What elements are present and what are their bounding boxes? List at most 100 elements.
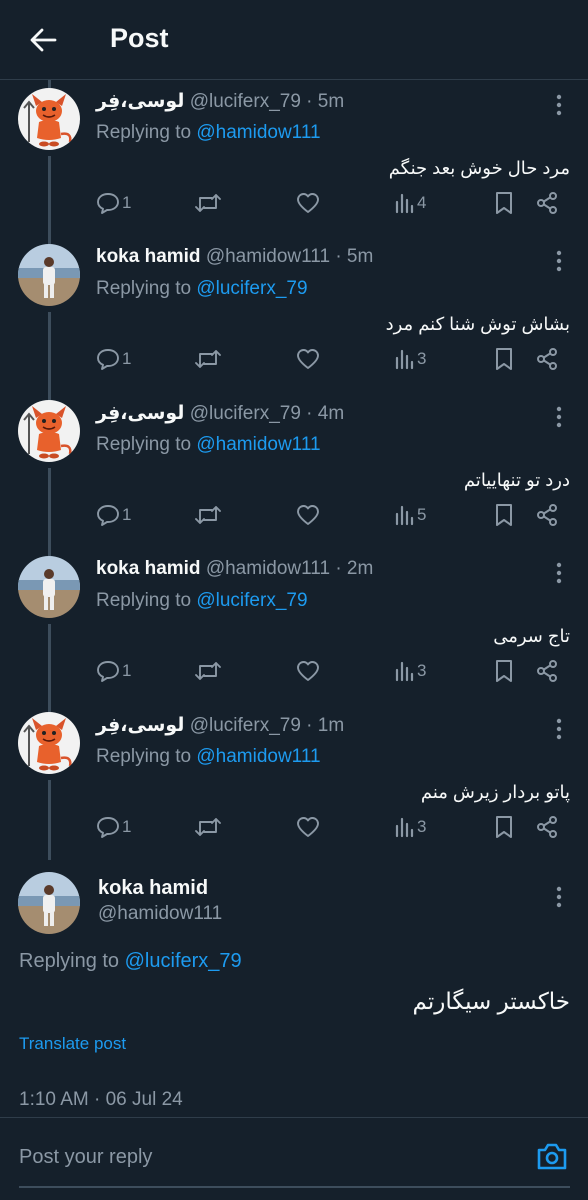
- avatar[interactable]: [18, 244, 80, 306]
- view-count: 4: [417, 193, 427, 212]
- post-timestamp[interactable]: 1:10 AM · 06 Jul 24: [19, 1089, 183, 1111]
- replying-to-link[interactable]: @luciferx_79: [125, 950, 242, 972]
- more-vertical-icon: [556, 562, 562, 584]
- replying-to-link[interactable]: @hamidow111: [196, 434, 320, 455]
- avatar[interactable]: [18, 712, 80, 774]
- repost-button[interactable]: [194, 346, 222, 372]
- avatar[interactable]: [18, 872, 80, 934]
- like-button[interactable]: [296, 346, 320, 372]
- share-button[interactable]: [536, 658, 558, 684]
- avatar[interactable]: [18, 88, 80, 150]
- views-button[interactable]: 3: [394, 346, 426, 372]
- like-button[interactable]: [296, 190, 320, 216]
- reply-post[interactable]: لوسی،فِر @luciferx_79 · 5m Replying to @…: [0, 88, 588, 244]
- views-button[interactable]: 4: [394, 190, 426, 216]
- repost-button[interactable]: [194, 814, 222, 840]
- replying-prefix: Replying to: [96, 434, 197, 455]
- replying-prefix: Replying to: [96, 746, 197, 767]
- like-button[interactable]: [296, 658, 320, 684]
- bookmark-button[interactable]: [494, 814, 514, 840]
- like-button[interactable]: [296, 502, 320, 528]
- author-handle[interactable]: @hamidow111: [206, 558, 330, 579]
- reply-post[interactable]: koka hamid @hamidow111 · 5m Replying to …: [0, 244, 588, 400]
- author-handle[interactable]: @luciferx_79: [190, 403, 301, 424]
- author-handle[interactable]: @hamidow111: [206, 246, 330, 267]
- reply-input[interactable]: [19, 1146, 499, 1169]
- author-handle[interactable]: @luciferx_79: [190, 715, 301, 736]
- replying-to-link[interactable]: @luciferx_79: [196, 278, 307, 299]
- replying-prefix: Replying to: [96, 278, 197, 299]
- bookmark-button[interactable]: [494, 346, 514, 372]
- views-chart-icon: [395, 817, 414, 838]
- share-button[interactable]: [536, 346, 558, 372]
- author-name[interactable]: لوسی،فِر: [96, 403, 184, 424]
- views-chart-icon: [395, 349, 414, 370]
- author-name[interactable]: koka hamid: [96, 558, 201, 579]
- share-button[interactable]: [536, 502, 558, 528]
- like-button[interactable]: [296, 814, 320, 840]
- replying-to-link[interactable]: @hamidow111: [196, 122, 320, 143]
- reply-count: 1: [122, 349, 132, 368]
- bookmark-button[interactable]: [494, 190, 514, 216]
- reply-post[interactable]: لوسی،فِر @luciferx_79 · 1m Replying to @…: [0, 712, 588, 868]
- author-handle[interactable]: @luciferx_79: [190, 91, 301, 112]
- views-button[interactable]: 3: [394, 658, 426, 684]
- views-button[interactable]: 3: [394, 814, 426, 840]
- view-count: 3: [417, 661, 427, 680]
- post-header: koka hamid @hamidow111 · 5m: [96, 246, 373, 268]
- avatar[interactable]: [18, 556, 80, 618]
- translate-post-link[interactable]: Translate post: [19, 1034, 126, 1054]
- replying-to-link[interactable]: @luciferx_79: [196, 590, 307, 611]
- post-time: · 5m: [335, 246, 374, 267]
- replying-to: Replying to @luciferx_79: [19, 950, 242, 973]
- replying-to-link[interactable]: @hamidow111: [196, 746, 320, 767]
- post-text: پاتو بردار زیرش منم: [420, 782, 570, 802]
- repost-button[interactable]: [194, 190, 222, 216]
- views-chart-icon: [395, 193, 414, 214]
- avatar-beach-photo: [18, 244, 80, 306]
- author-name[interactable]: لوسی،فِر: [96, 91, 184, 112]
- replying-to: Replying to @luciferx_79: [96, 590, 308, 612]
- replying-to: Replying to @hamidow111: [96, 746, 321, 768]
- replying-to: Replying to @hamidow111: [96, 434, 321, 456]
- post-time: · 1m: [306, 715, 345, 736]
- avatar[interactable]: [18, 400, 80, 462]
- more-options-button[interactable]: [548, 404, 570, 430]
- post-time: · 4m: [306, 403, 345, 424]
- action-bar: 1 4: [96, 190, 566, 216]
- reply-button[interactable]: 1: [96, 814, 131, 840]
- repost-button[interactable]: [194, 502, 222, 528]
- post-text: درد تو تنهاییاتم: [463, 470, 570, 490]
- author-name[interactable]: koka hamid: [96, 246, 201, 267]
- share-button[interactable]: [536, 814, 558, 840]
- bookmark-button[interactable]: [494, 658, 514, 684]
- bookmark-icon: [496, 816, 512, 838]
- reply-button[interactable]: 1: [96, 346, 131, 372]
- author-name[interactable]: koka hamid: [98, 877, 208, 900]
- views-button[interactable]: 5: [394, 502, 426, 528]
- more-options-button[interactable]: [548, 716, 570, 742]
- action-bar: 1 3: [96, 658, 566, 684]
- author-handle[interactable]: @hamidow111: [98, 903, 222, 925]
- author-name[interactable]: لوسی،فِر: [96, 715, 184, 736]
- input-underline: [19, 1186, 570, 1188]
- reply-button[interactable]: 1: [96, 658, 131, 684]
- repost-button[interactable]: [194, 658, 222, 684]
- back-button[interactable]: [22, 20, 64, 60]
- reply-post[interactable]: لوسی،فِر @luciferx_79 · 4m Replying to @…: [0, 400, 588, 556]
- reply-button[interactable]: 1: [96, 190, 131, 216]
- reply-icon: [97, 349, 119, 370]
- action-bar: 1 3: [96, 814, 566, 840]
- share-button[interactable]: [536, 190, 558, 216]
- reply-button[interactable]: 1: [96, 502, 131, 528]
- reply-count: 1: [122, 661, 132, 680]
- more-options-button[interactable]: [548, 884, 570, 910]
- more-options-button[interactable]: [548, 92, 570, 118]
- more-options-button[interactable]: [548, 248, 570, 274]
- bookmark-button[interactable]: [494, 502, 514, 528]
- views-chart-icon: [395, 505, 414, 526]
- reply-post[interactable]: koka hamid @hamidow111 · 2m Replying to …: [0, 556, 588, 712]
- camera-button[interactable]: [534, 1138, 570, 1174]
- more-options-button[interactable]: [548, 560, 570, 586]
- more-vertical-icon: [556, 250, 562, 272]
